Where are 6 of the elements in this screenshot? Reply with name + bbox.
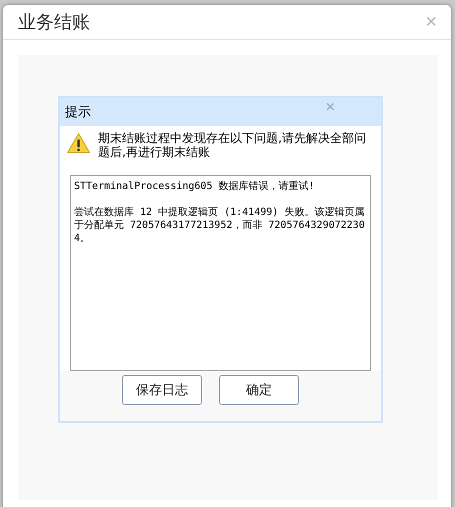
save-log-button[interactable]: 保存日志 <box>122 375 202 405</box>
warning-message: 期末结账过程中发现存在以下问题,请先解决全部问题后,再进行期末结账 <box>98 131 367 161</box>
window-title: 业务结账 <box>18 11 90 34</box>
ok-button[interactable]: 确定 <box>219 375 299 405</box>
dialog-title: 提示 <box>65 104 91 121</box>
log-text-area[interactable]: STTerminalProcessing605 数据库错误，请重试! 尝试在数据库 12 中提取逻辑页 (1:41499) 失败。该逻辑页属于分配单元 72057643177213952，而非 72057643290722304。 <box>70 175 371 371</box>
